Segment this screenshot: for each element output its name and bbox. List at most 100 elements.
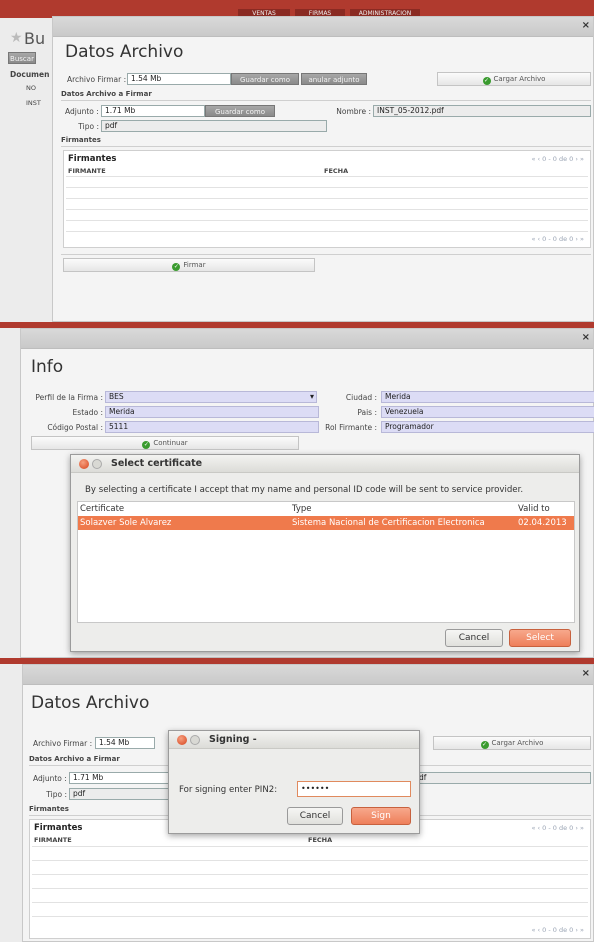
cancel-button[interactable]: Cancel xyxy=(445,629,503,647)
firmantes-grid: Firmantes « ‹ 0 - 0 de 0 › » FIRMANTE FE… xyxy=(63,150,591,248)
grid-title: Firmantes xyxy=(34,823,83,833)
column-header-fecha[interactable]: FECHA xyxy=(308,836,332,844)
table-row xyxy=(32,860,588,861)
pager-top[interactable]: « ‹ 0 - 0 de 0 › » xyxy=(531,824,584,832)
table-row xyxy=(32,874,588,875)
divider xyxy=(61,100,591,101)
table-row xyxy=(66,220,588,221)
background-title: Bu xyxy=(24,29,46,48)
sign-button[interactable]: Sign xyxy=(351,807,411,825)
table-row xyxy=(66,187,588,188)
window-minimize-icon[interactable] xyxy=(190,735,200,745)
section-firmantes: Firmantes xyxy=(29,805,69,813)
column-header-firmante[interactable]: FIRMANTE xyxy=(34,836,72,844)
continuar-label: Continuar xyxy=(153,439,188,447)
table-row xyxy=(32,846,588,847)
column-header-firmante[interactable]: FIRMANTE xyxy=(68,167,106,175)
pais-field[interactable]: Venezuela xyxy=(381,406,594,418)
pager-bottom[interactable]: « ‹ 0 - 0 de 0 › » xyxy=(531,926,584,934)
perfil-select[interactable]: BES ▾ xyxy=(105,391,317,403)
select-button[interactable]: Select xyxy=(509,629,571,647)
modal-header xyxy=(21,329,593,349)
nombre-field[interactable]: df xyxy=(415,772,591,784)
column-header-type[interactable]: Type xyxy=(292,504,312,514)
anular-adjunto-button[interactable]: anular adjunto xyxy=(301,73,367,85)
window-close-icon[interactable] xyxy=(177,735,187,745)
codigo-postal-label: Código Postal : xyxy=(47,423,103,432)
table-row xyxy=(66,198,588,199)
select-certificate-dialog: Select certificate By selecting a certif… xyxy=(70,454,580,652)
dialog-message: By selecting a certificate I accept that… xyxy=(85,485,524,495)
nombre-field[interactable]: INST_05-2012.pdf xyxy=(373,105,591,117)
page-title: Datos Archivo xyxy=(31,693,150,713)
pin2-input[interactable]: •••••• xyxy=(297,781,411,797)
cargar-archivo-button[interactable]: ✓ Cargar Archivo xyxy=(433,736,591,750)
rol-firmante-field[interactable]: Programador xyxy=(381,421,594,433)
estado-label: Estado : xyxy=(72,408,103,417)
modal-header xyxy=(53,17,593,37)
pager-top[interactable]: « ‹ 0 - 0 de 0 › » xyxy=(531,155,584,163)
section-datos-archivo: Datos Archivo a Firmar xyxy=(29,755,120,763)
buscar-button[interactable]: Buscar xyxy=(8,52,36,64)
archivo-firmar-field[interactable]: 1.54 Mb xyxy=(95,737,155,749)
adjunto-field[interactable]: 1.71 Mb xyxy=(101,105,205,117)
tipo-field[interactable]: pdf xyxy=(101,120,327,132)
cargar-archivo-button[interactable]: ✓ Cargar Archivo xyxy=(437,72,591,86)
table-row xyxy=(32,902,588,903)
documentos-label: Documen xyxy=(10,70,50,79)
certificate-valid-to: 02.04.2013 xyxy=(518,518,567,528)
panel-datos-archivo-1: VENTAS FIRMAS ADMINISTRACION ★ Bu Buscar… xyxy=(0,0,594,322)
signing-dialog: Signing - For signing enter PIN2: ••••••… xyxy=(168,730,420,834)
dropdown-arrow-icon: ▾ xyxy=(309,392,314,401)
cargar-archivo-label: Cargar Archivo xyxy=(491,739,544,747)
firmar-button[interactable]: ✓ Firmar xyxy=(63,258,315,272)
column-header-fecha[interactable]: FECHA xyxy=(324,167,348,175)
check-icon: ✓ xyxy=(142,441,151,449)
estado-field[interactable]: Merida xyxy=(105,406,319,418)
guardar-como-button[interactable]: Guardar como xyxy=(231,73,299,85)
close-icon[interactable]: × xyxy=(582,20,590,31)
window-close-icon[interactable] xyxy=(79,459,89,469)
archivo-firmar-label: Archivo Firmar : xyxy=(33,739,93,748)
dialog-titlebar xyxy=(169,731,419,749)
archivo-firmar-field[interactable]: 1.54 Mb xyxy=(127,73,231,85)
pager-bottom[interactable]: « ‹ 0 - 0 de 0 › » xyxy=(531,235,584,243)
background-row-2: INST xyxy=(26,99,41,107)
close-icon[interactable]: × xyxy=(582,332,590,343)
certificate-list: Certificate Type Valid to Solazver Sole … xyxy=(77,501,575,623)
page-title: Datos Archivo xyxy=(65,42,184,62)
tipo-label: Tipo : xyxy=(78,122,99,131)
cargar-archivo-label: Cargar Archivo xyxy=(493,75,546,83)
page-title: Info xyxy=(31,357,64,377)
window-minimize-icon[interactable] xyxy=(92,459,102,469)
certificate-type: Sistema Nacional de Certificacion Electr… xyxy=(292,518,485,528)
cancel-button[interactable]: Cancel xyxy=(287,807,343,825)
ciudad-field[interactable]: Merida xyxy=(381,391,594,403)
pin-label: For signing enter PIN2: xyxy=(179,785,278,795)
ciudad-label: Ciudad : xyxy=(345,393,377,402)
guardar-como-button-2[interactable]: Guardar como xyxy=(205,105,275,117)
star-icon: ★ xyxy=(10,30,23,46)
firmantes-grid: Firmantes « ‹ 0 - 0 de 0 › » FIRMANTE FE… xyxy=(29,819,591,939)
firmar-label: Firmar xyxy=(183,261,206,269)
table-row xyxy=(66,176,588,177)
check-icon: ✓ xyxy=(482,77,491,85)
column-header-valid-to[interactable]: Valid to xyxy=(518,504,550,514)
pais-label: Pais : xyxy=(357,408,377,417)
table-row xyxy=(32,888,588,889)
certificate-name: Solazver Sole Alvarez xyxy=(80,518,172,528)
rol-firmante-label: Rol Firmante : xyxy=(325,423,377,432)
codigo-postal-field[interactable]: 5111 xyxy=(105,421,319,433)
panel-datos-archivo-signing: × Datos Archivo Archivo Firmar : 1.54 Mb… xyxy=(0,658,594,942)
dialog-title: Signing - xyxy=(209,734,257,745)
table-row xyxy=(32,916,588,917)
column-header-certificate[interactable]: Certificate xyxy=(80,504,124,514)
datos-archivo-modal: × Datos Archivo Archivo Firmar : 1.54 Mb… xyxy=(52,16,594,322)
close-icon[interactable]: × xyxy=(582,668,590,679)
section-datos-archivo: Datos Archivo a Firmar xyxy=(61,90,152,98)
tipo-field[interactable]: pdf xyxy=(69,788,169,800)
adjunto-field[interactable]: 1.71 Mb xyxy=(69,772,169,784)
divider xyxy=(61,254,591,255)
certificate-row-selected[interactable]: Solazver Sole Alvarez Sistema Nacional d… xyxy=(78,516,574,530)
continuar-button[interactable]: ✓ Continuar xyxy=(31,436,299,450)
